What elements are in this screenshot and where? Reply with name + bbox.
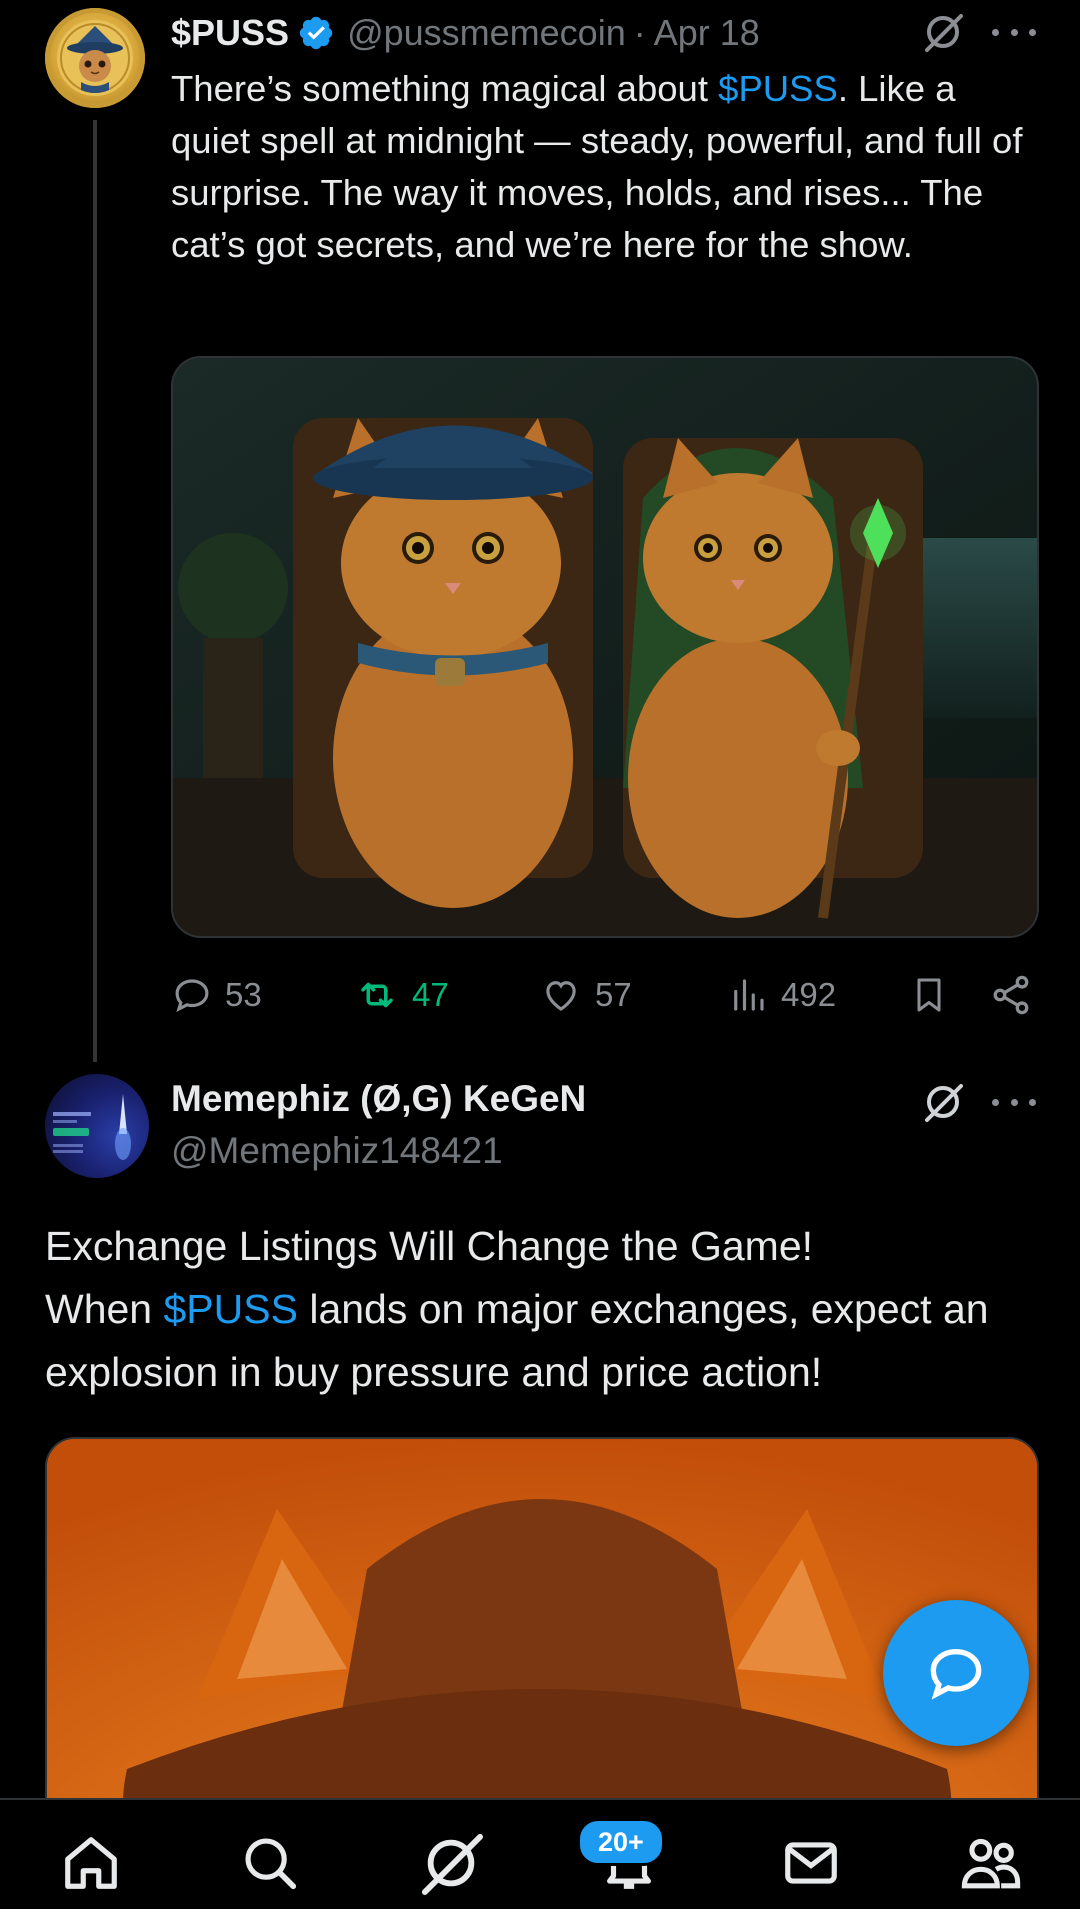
tweet1-header: $PUSS @pussmemecoin · Apr 18 — [171, 8, 1050, 58]
nav-home-button[interactable] — [58, 1830, 124, 1896]
notifications-badge: 20+ — [577, 1818, 665, 1866]
cashtag-link[interactable]: $PUSS — [164, 1286, 298, 1332]
tweet2-text-before: When — [45, 1286, 164, 1332]
repost-icon — [361, 982, 393, 1008]
share-button[interactable] — [989, 970, 1045, 1020]
mail-icon — [785, 1842, 837, 1884]
tweet1-text: There’s something magical about $PUSS. L… — [171, 63, 1031, 271]
bottom-navigation-bar — [0, 1798, 1080, 1909]
analytics-icon — [734, 979, 764, 1011]
grok-icon — [421, 1833, 483, 1895]
reply-button[interactable]: 53 — [171, 970, 262, 1020]
compose-reply-button[interactable] — [883, 1600, 1029, 1746]
tweet2-text-line1: Exchange Listings Will Change the Game! — [45, 1223, 814, 1269]
views-count: 492 — [781, 976, 837, 1013]
memephiz-avatar[interactable] — [45, 1074, 149, 1178]
tweet1-handle[interactable]: @pussmemecoin — [347, 12, 626, 54]
tweet2-handle[interactable]: @Memephiz148421 — [171, 1130, 503, 1172]
tweet2-text: Exchange Listings Will Change the Game! … — [45, 1215, 1045, 1404]
nav-search-button[interactable] — [237, 1830, 303, 1896]
nav-messages-button[interactable] — [778, 1830, 844, 1896]
reply-bubble-icon — [930, 1648, 982, 1700]
nav-communities-button[interactable] — [958, 1830, 1024, 1896]
separator-dot: · — [633, 12, 646, 53]
grok-icon[interactable] — [921, 10, 965, 54]
more-options-icon[interactable] — [992, 1092, 1036, 1112]
repost-button[interactable]: 47 — [354, 970, 449, 1020]
app-screen: $PUSS @pussmemecoin · Apr 18 There’s som… — [0, 0, 1080, 1909]
bookmark-button[interactable] — [909, 970, 961, 1020]
tweet2-author-name[interactable]: Memephiz (Ø,G) KeGeN — [171, 1078, 586, 1120]
tweet2-text-line2: When $PUSS lands on major exchanges, exp… — [45, 1278, 1045, 1404]
tweet1-author-name[interactable]: $PUSS — [171, 12, 289, 54]
cashtag-link[interactable]: $PUSS — [718, 68, 838, 109]
reply-count: 53 — [225, 976, 262, 1013]
tweet1-timestamp[interactable]: Apr 18 — [654, 12, 760, 54]
like-button[interactable]: 57 — [539, 970, 632, 1020]
grok-icon[interactable] — [921, 1080, 965, 1124]
puss-avatar[interactable] — [45, 8, 145, 108]
tweet1-text-before: There’s something magical about — [171, 68, 719, 109]
nav-grok-button[interactable] — [418, 1830, 484, 1896]
views-button[interactable]: 492 — [727, 970, 836, 1020]
search-icon — [245, 1838, 297, 1890]
tweet1-action-bar: 53 47 57 492 — [171, 970, 1035, 1020]
tweet1-media-image[interactable] — [171, 356, 1039, 938]
communities-icon — [961, 1838, 1021, 1889]
like-count: 57 — [595, 976, 632, 1013]
reply-icon — [175, 979, 209, 1013]
repost-count: 47 — [412, 976, 449, 1013]
home-icon — [65, 1837, 117, 1889]
share-icon — [993, 975, 1029, 1015]
heart-icon — [546, 981, 576, 1011]
more-options-icon[interactable] — [992, 22, 1036, 42]
bookmark-icon — [917, 978, 941, 1012]
thread-connector-line — [93, 120, 97, 1062]
verified-badge-icon — [297, 14, 335, 52]
